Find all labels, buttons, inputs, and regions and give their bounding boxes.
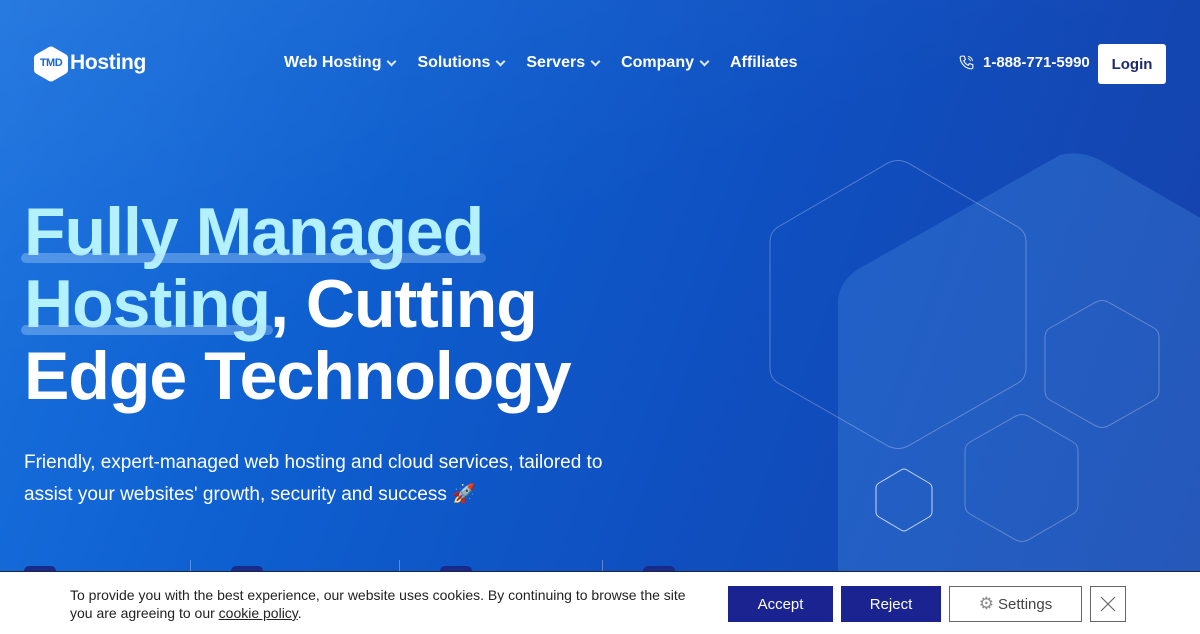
- outline-hexagon-small: [875, 468, 933, 532]
- nav-company[interactable]: Company: [621, 54, 710, 72]
- cookie-message: To provide you with the best experience,…: [70, 586, 690, 622]
- outline-hexagon-right: [1044, 300, 1160, 428]
- hero-subtitle: Friendly, expert-managed web hosting and…: [24, 447, 624, 511]
- chevron-down-icon: [699, 56, 710, 66]
- hero-title-highlight-1: Fully Managed: [24, 194, 484, 270]
- nav-solutions[interactable]: Solutions: [417, 54, 506, 72]
- reject-button[interactable]: Reject: [841, 586, 941, 622]
- nav-web-hosting[interactable]: Web Hosting: [284, 54, 397, 72]
- nav-servers[interactable]: Servers: [526, 54, 601, 72]
- close-button[interactable]: [1090, 586, 1126, 622]
- chevron-down-icon: [387, 56, 397, 66]
- nav-label: Servers: [526, 54, 586, 71]
- main-nav: Web Hosting Solutions Servers Company Af…: [284, 54, 820, 72]
- hero-subtitle-text: Friendly, expert-managed web hosting and…: [24, 452, 603, 505]
- logo-badge-text: TMD: [39, 57, 63, 69]
- settings-button[interactable]: ⚙ Settings: [949, 586, 1082, 622]
- nav-label: Web Hosting: [284, 54, 382, 71]
- nav-label: Affiliates: [730, 54, 798, 71]
- rocket-icon: 🚀: [452, 484, 476, 505]
- accept-button[interactable]: Accept: [728, 586, 833, 622]
- login-button[interactable]: Login: [1098, 44, 1166, 84]
- logo[interactable]: TMD Hosting: [33, 45, 147, 82]
- chevron-down-icon: [590, 56, 601, 66]
- phone-icon: [959, 55, 974, 70]
- cookie-message-end: .: [297, 605, 302, 621]
- gear-icon: ⚙: [978, 594, 995, 613]
- settings-label: Settings: [998, 595, 1053, 613]
- cookie-policy-link[interactable]: cookie policy: [219, 605, 298, 621]
- outline-hexagon-bottom: [964, 414, 1079, 542]
- chevron-down-icon: [495, 56, 506, 66]
- logo-badge: TMD: [33, 45, 69, 82]
- nav-affiliates[interactable]: Affiliates: [730, 54, 798, 72]
- hero-title: Fully Managed Hosting, Cutting Edge Tech…: [24, 194, 572, 414]
- phone-number: 1-888-771-5990: [983, 54, 1090, 71]
- cookie-message-text: To provide you with the best experience,…: [70, 587, 686, 621]
- outline-hexagon-large: [769, 160, 1027, 449]
- nav-label: Solutions: [417, 54, 491, 71]
- nav-label: Company: [621, 54, 694, 71]
- site-header: TMD Hosting Web Hosting Solutions Server…: [0, 44, 1200, 84]
- logo-text: Hosting: [70, 51, 147, 74]
- cookie-consent-bar: To provide you with the best experience,…: [0, 571, 1200, 634]
- hero-title-part-2: Edge Technology: [24, 338, 572, 414]
- phone-link[interactable]: 1-888-771-5990: [958, 54, 1090, 71]
- close-icon: [1100, 596, 1116, 612]
- hero-title-highlight-2: Hosting: [24, 266, 271, 342]
- hero-title-part-1: , Cutting: [270, 266, 538, 342]
